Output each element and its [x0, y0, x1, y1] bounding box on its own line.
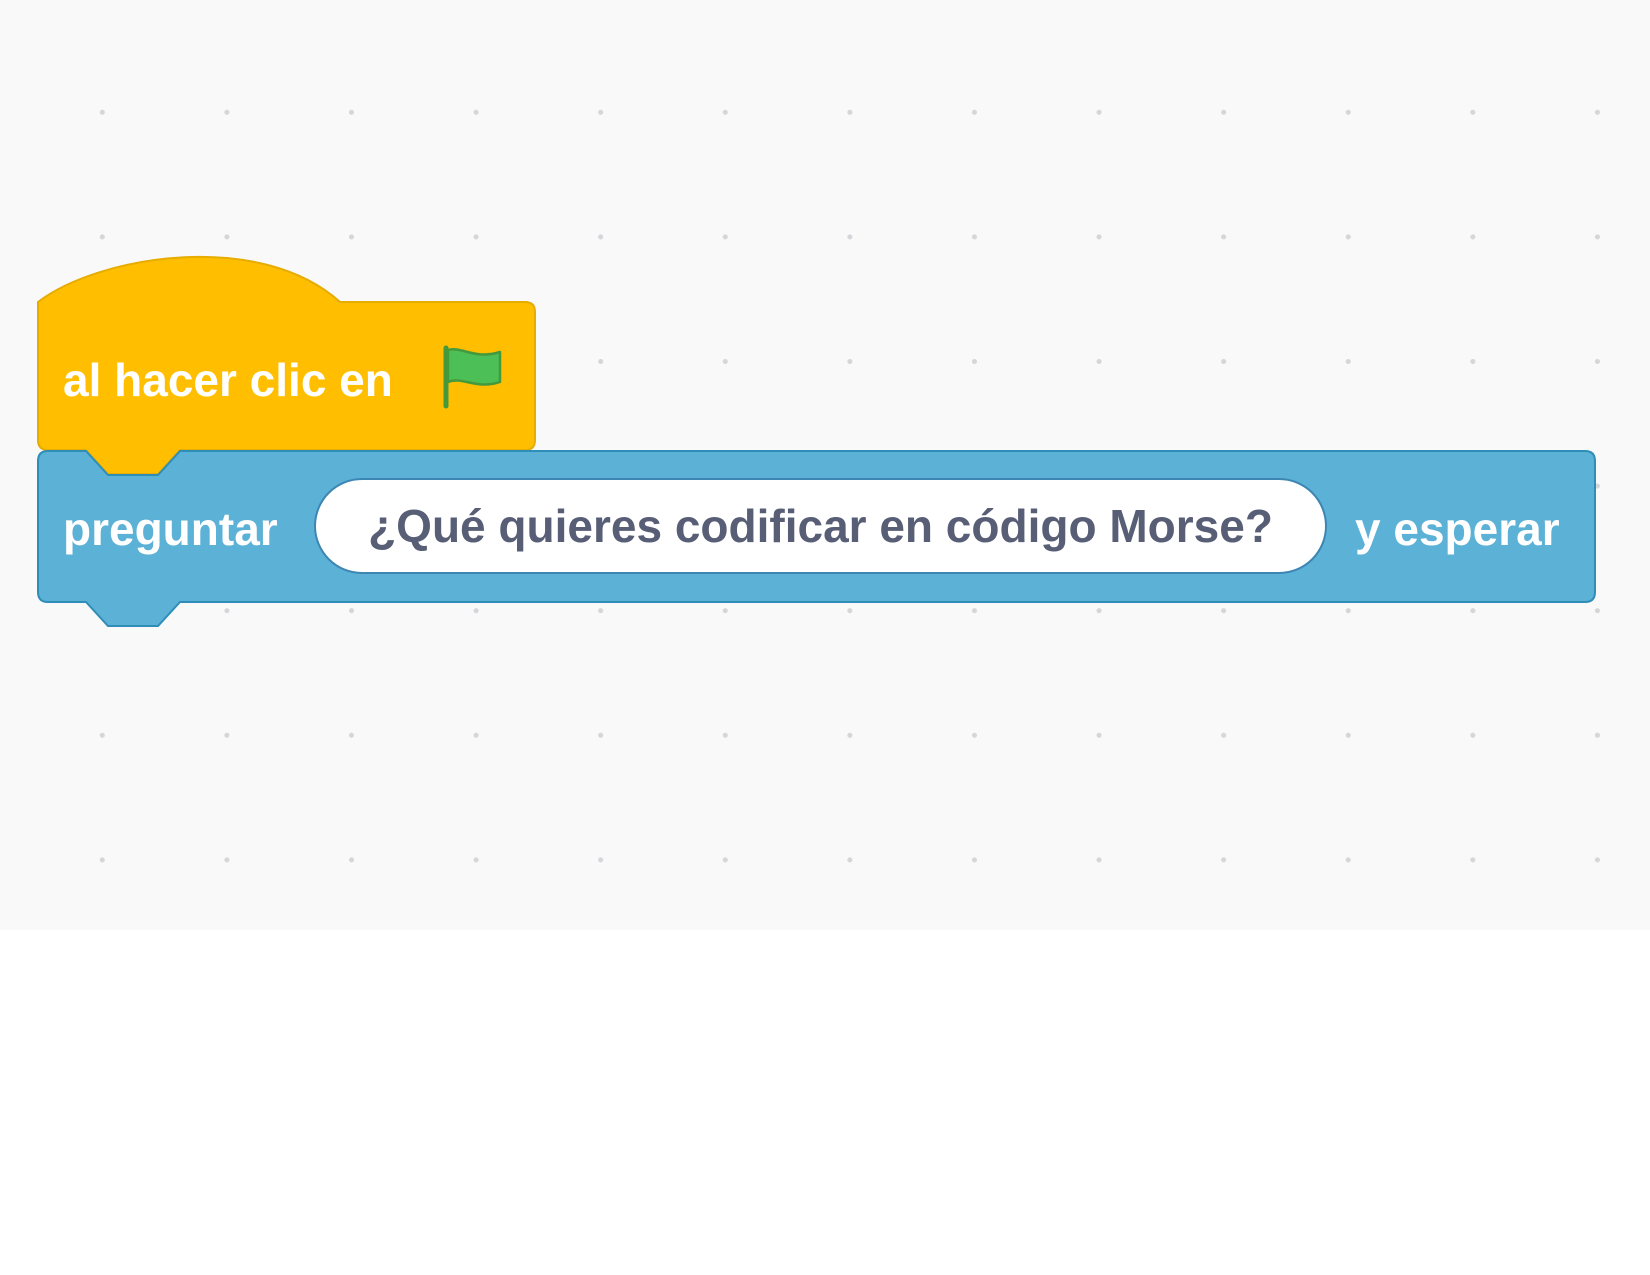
blank-area	[0, 930, 1650, 1275]
question-input-value: ¿Qué quieres codificar en código Morse?	[368, 500, 1273, 552]
ask-block-label: preguntar	[63, 503, 278, 555]
event-block-label: al hacer clic en	[63, 354, 393, 406]
ask-block-suffix: y esperar	[1355, 503, 1560, 555]
green-flag-icon	[443, 345, 502, 409]
script-blocks-graphic	[37, 256, 1596, 627]
question-input[interactable]: ¿Qué quieres codificar en código Morse?	[314, 478, 1327, 574]
